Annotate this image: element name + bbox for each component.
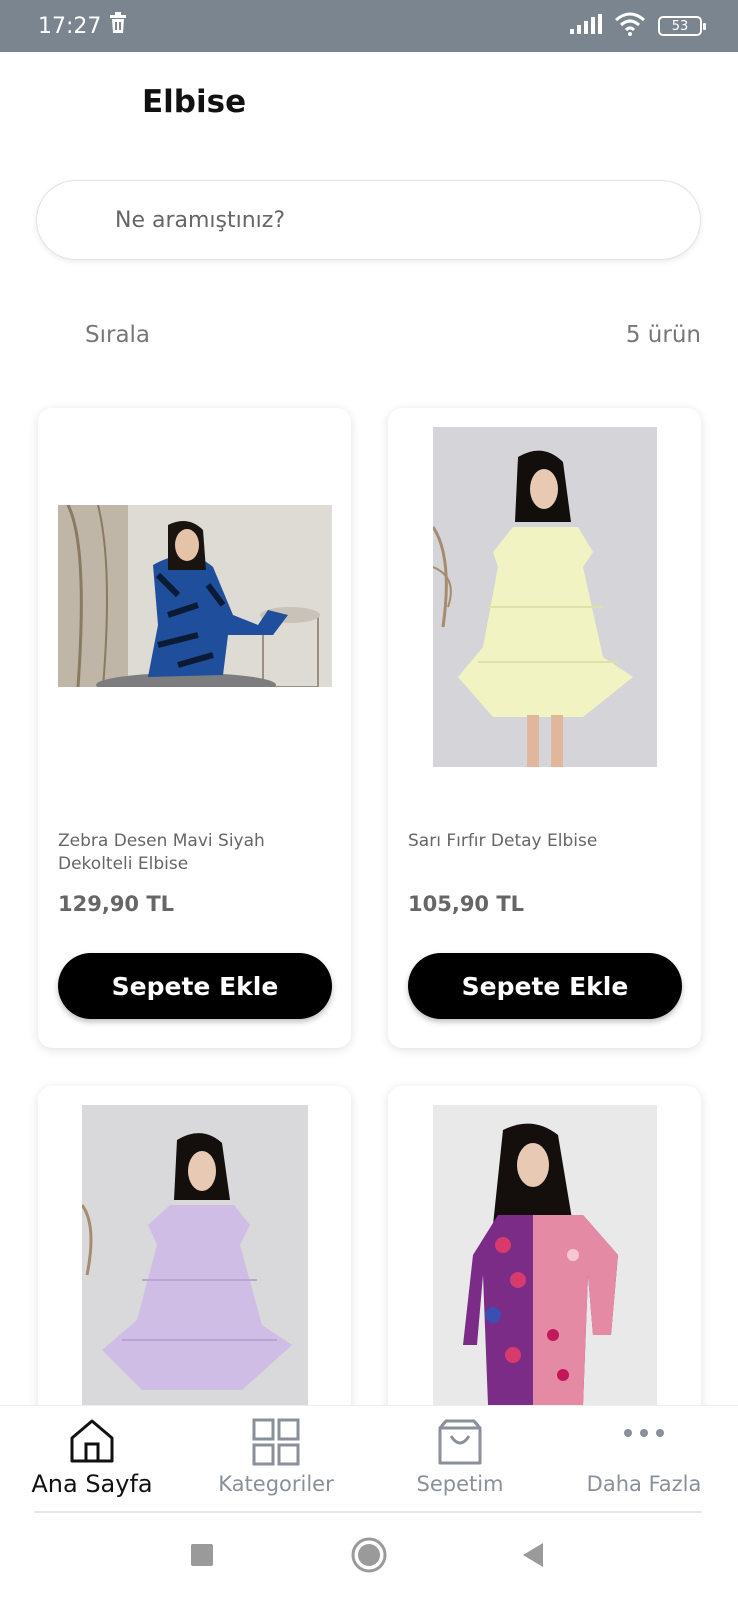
nav-home-label: Ana Sayfa bbox=[31, 1470, 153, 1498]
battery-level: 53 bbox=[671, 18, 689, 34]
product-count: 5 ürün bbox=[625, 322, 701, 348]
product-price: 105,90 TL bbox=[408, 892, 525, 916]
product-price: 129,90 TL bbox=[58, 892, 175, 916]
signal-icon bbox=[570, 14, 602, 38]
product-title[interactable]: Zebra Desen Mavi Siyah Dekolteli Elbise bbox=[58, 830, 338, 876]
page-title: Elbise bbox=[142, 84, 247, 120]
nav-more[interactable]: Daha Fazla bbox=[552, 1406, 736, 1512]
nav-cart[interactable]: Sepetim bbox=[368, 1406, 552, 1512]
product-card[interactable]: Zebra Desen Mavi Siyah Dekolteli Elbise … bbox=[38, 408, 351, 1048]
recents-icon[interactable] bbox=[191, 1544, 213, 1570]
trash-icon bbox=[109, 12, 127, 40]
nav-categories-label: Kategoriler bbox=[218, 1472, 334, 1496]
home-circle-icon[interactable] bbox=[351, 1537, 387, 1577]
nav-categories[interactable]: Kategoriler bbox=[184, 1406, 368, 1512]
wifi-icon bbox=[614, 12, 646, 40]
product-image[interactable] bbox=[58, 505, 332, 687]
product-image[interactable] bbox=[433, 1105, 657, 1405]
back-icon[interactable] bbox=[521, 1542, 545, 1572]
system-navigation-bar bbox=[0, 1513, 738, 1600]
more-icon bbox=[620, 1418, 668, 1452]
product-image[interactable] bbox=[82, 1105, 308, 1405]
product-title[interactable]: Sarı Fırfır Detay Elbise bbox=[408, 830, 688, 853]
bottom-navigation: Ana Sayfa Kategoriler Sepetim Daha Fazla bbox=[0, 1405, 738, 1511]
status-left: 17:27 bbox=[38, 12, 127, 40]
home-icon bbox=[68, 1418, 116, 1468]
nav-more-label: Daha Fazla bbox=[586, 1472, 702, 1496]
sort-button[interactable]: Sırala bbox=[85, 322, 150, 348]
add-to-cart-button[interactable]: Sepete Ekle bbox=[408, 953, 682, 1019]
app-screen: 17:27 53 Elbise Ne aramıştınız? Sırala 5… bbox=[0, 0, 738, 1600]
status-right: 53 bbox=[570, 12, 706, 40]
battery-icon: 53 bbox=[658, 16, 706, 36]
nav-home[interactable]: Ana Sayfa bbox=[0, 1406, 184, 1512]
nav-cart-label: Sepetim bbox=[416, 1472, 504, 1496]
grid-icon bbox=[252, 1418, 300, 1470]
product-image[interactable] bbox=[433, 427, 657, 767]
product-card[interactable]: Sarı Fırfır Detay Elbise 105,90 TL Sepet… bbox=[388, 408, 701, 1048]
search-input[interactable] bbox=[115, 207, 655, 233]
add-to-cart-button[interactable]: Sepete Ekle bbox=[58, 953, 332, 1019]
shopping-bag-icon bbox=[436, 1418, 484, 1470]
status-time: 17:27 bbox=[38, 13, 102, 39]
status-bar: 17:27 53 bbox=[0, 0, 738, 52]
search-bar[interactable] bbox=[36, 180, 701, 260]
